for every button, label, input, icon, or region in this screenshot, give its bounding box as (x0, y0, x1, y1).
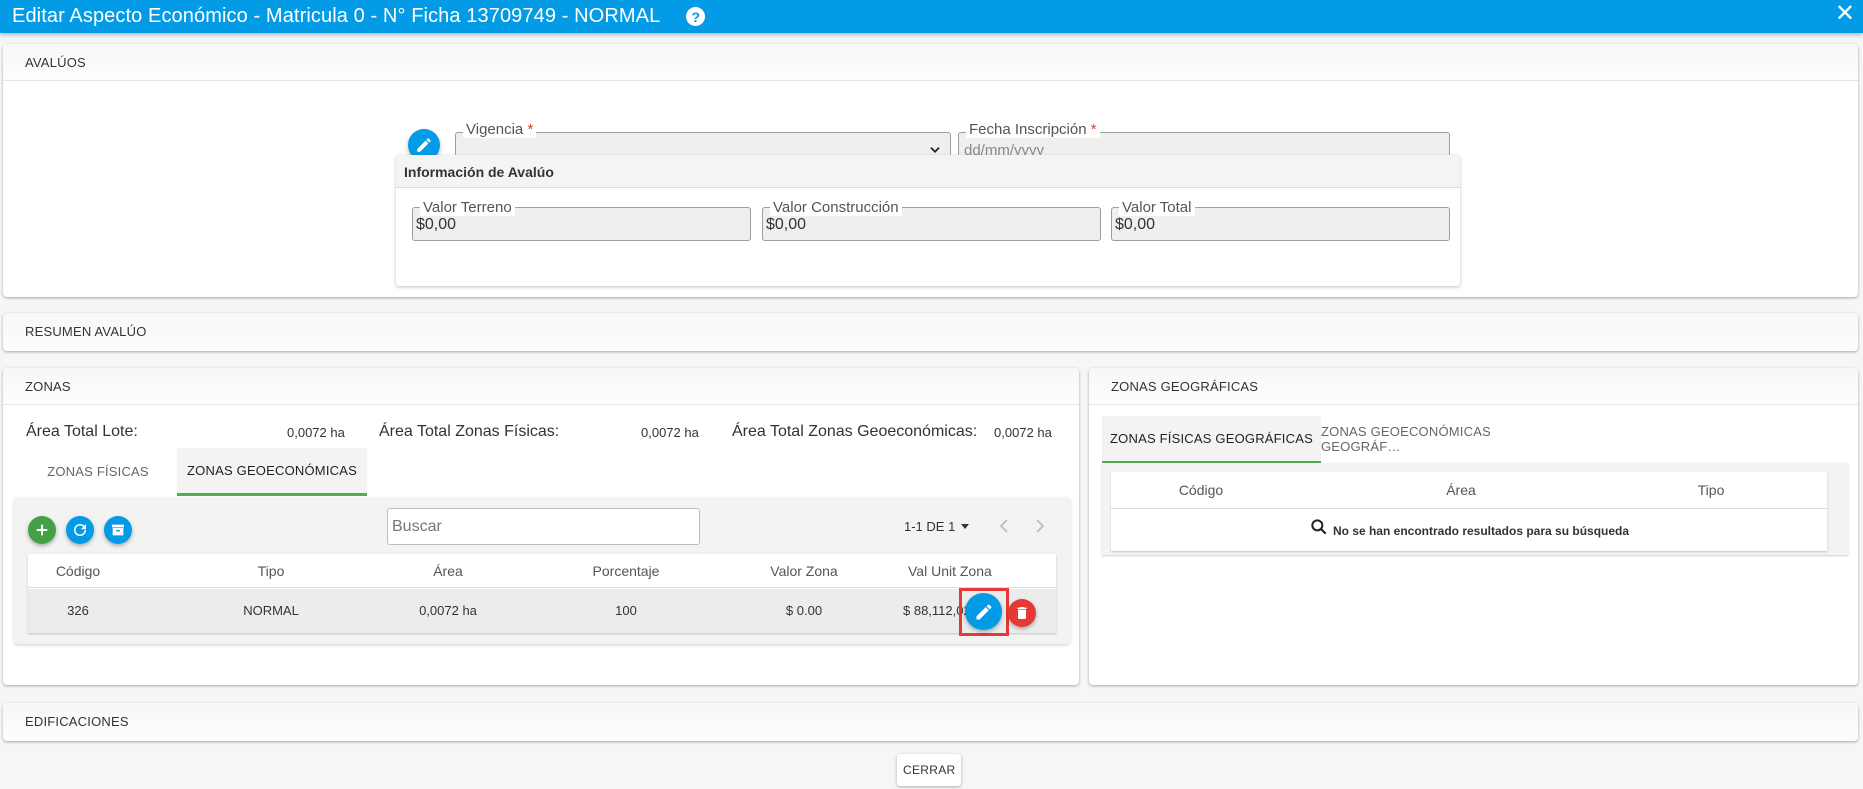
geo-col-tipo[interactable]: Tipo (1611, 482, 1811, 498)
area-zonas-fisicas-value: 0,0072 ha (641, 425, 699, 440)
next-page-icon[interactable] (1034, 519, 1046, 533)
caret-down-icon[interactable] (961, 524, 969, 530)
dialog-titlebar: Editar Aspecto Económico - Matricula 0 -… (0, 0, 1863, 33)
tab-zonas-fisicas[interactable]: ZONAS FÍSICAS (19, 448, 177, 494)
trash-icon (1017, 607, 1027, 619)
area-total-lote-value: 0,0072 ha (287, 425, 345, 440)
archive-icon (112, 524, 124, 536)
empty-message: No se han encontrado resultados para su … (1332, 523, 1630, 538)
valor-total-label: Valor Total (1119, 200, 1195, 216)
geo-col-area[interactable]: Área (1361, 482, 1561, 498)
refresh-button[interactable] (66, 516, 94, 544)
col-val-unit-zona[interactable]: Val Unit Zona (882, 563, 1082, 579)
row-area: 0,0072 ha (419, 603, 477, 618)
geo-grid: Código Área Tipo No se han encontrado re… (1111, 472, 1827, 551)
zonas-table-card: 1-1 DE 1 Código Tipo Área Porcentaje Val… (14, 498, 1070, 644)
zonas-panel: ZONAS Área Total Lote: 0,0072 ha Área To… (3, 368, 1079, 685)
archive-button[interactable] (104, 516, 132, 544)
pager-label[interactable]: 1-1 DE 1 (904, 519, 955, 534)
area-zonas-geo-label: Área Total Zonas Geoeconómicas: (732, 423, 978, 440)
empty-results: No se han encontrado resultados para su … (1111, 510, 1827, 551)
pencil-icon (976, 603, 991, 619)
col-tipo[interactable]: Tipo (171, 563, 371, 579)
geo-col-codigo[interactable]: Código (1111, 482, 1291, 498)
prev-page-icon[interactable] (998, 519, 1010, 533)
fecha-inscripcion-label: Fecha Inscripción * (966, 122, 1100, 138)
pencil-icon (417, 138, 431, 152)
tab-zonas-geoeconomicas-geograficas[interactable]: ZONAS GEOECONÓMICAS GEOGRÁF… (1321, 416, 1571, 462)
close-icon[interactable]: ✕ (1835, 2, 1855, 26)
edificaciones-panel: EDIFICACIONES (3, 703, 1858, 741)
help-icon[interactable]: ? (686, 7, 706, 26)
informacion-avaluo-card: Información de Avalúo Valor Terreno $0,0… (396, 155, 1460, 286)
table-row[interactable]: 326 NORMAL 0,0072 ha 100 $ 0.00 $ 88,112… (28, 588, 1056, 636)
search-icon (1311, 518, 1327, 534)
valor-construccion-label: Valor Construcción (770, 200, 902, 216)
col-codigo[interactable]: Código (28, 563, 128, 579)
avaluos-panel: AVALÚOS Vigencia * Fecha Inscripción * d… (3, 44, 1858, 297)
resumen-avaluo-panel: RESUMEN AVALÚO (3, 313, 1858, 351)
row-tipo: NORMAL (243, 603, 299, 618)
zonas-grid: Código Tipo Área Porcentaje Valor Zona V… (28, 554, 1056, 636)
avaluos-header[interactable]: AVALÚOS (3, 44, 1858, 81)
col-porcentaje[interactable]: Porcentaje (526, 563, 726, 579)
area-zonas-geo-value: 0,0072 ha (994, 425, 1052, 440)
search-input[interactable] (388, 509, 699, 544)
zonas-header[interactable]: ZONAS (3, 368, 1079, 405)
resumen-avaluo-header[interactable]: RESUMEN AVALÚO (3, 313, 1858, 350)
zonas-grid-header: Código Tipo Área Porcentaje Valor Zona V… (28, 554, 1056, 588)
vigencia-label: Vigencia * (463, 122, 537, 138)
zonas-geograficas-header[interactable]: ZONAS GEOGRÁFICAS (1089, 368, 1858, 405)
valor-construccion-field[interactable]: Valor Construcción $0,00 (762, 200, 1101, 241)
zonas-geograficas-panel: ZONAS GEOGRÁFICAS ZONAS FÍSICAS GEOGRÁFI… (1089, 368, 1858, 685)
informacion-avaluo-title: Información de Avalúo (396, 155, 1460, 188)
geo-table-card: Código Área Tipo No se han encontrado re… (1102, 463, 1848, 555)
tab-zonas-fisicas-geograficas[interactable]: ZONAS FÍSICAS GEOGRÁFICAS (1102, 416, 1321, 464)
valor-total-field[interactable]: Valor Total $0,00 (1111, 200, 1450, 241)
row-porcentaje: 100 (615, 603, 637, 618)
valor-terreno-label: Valor Terreno (420, 200, 515, 216)
refresh-icon (74, 524, 86, 536)
col-valor-zona[interactable]: Valor Zona (704, 563, 904, 579)
add-zona-button[interactable] (28, 516, 56, 544)
valor-terreno-field[interactable]: Valor Terreno $0,00 (412, 200, 751, 241)
valor-terreno-value: $0,00 (416, 216, 457, 233)
cerrar-button[interactable]: CERRAR (897, 754, 961, 786)
tab-zonas-geoeconomicas[interactable]: ZONAS GEOECONÓMICAS (177, 448, 367, 496)
row-valor-zona: $ 0.00 (785, 603, 823, 618)
geo-grid-header: Código Área Tipo (1111, 472, 1827, 509)
edificaciones-header[interactable]: EDIFICACIONES (3, 703, 1858, 740)
area-total-lote-label: Área Total Lote: (26, 423, 138, 440)
row-codigo: 326 (67, 603, 89, 618)
dialog-title: Editar Aspecto Económico - Matricula 0 -… (12, 5, 661, 27)
delete-zona-button[interactable] (1008, 599, 1036, 627)
plus-icon (36, 524, 48, 536)
area-zonas-fisicas-label: Área Total Zonas Físicas: (379, 423, 560, 440)
edit-zona-button[interactable] (965, 593, 1002, 630)
col-area[interactable]: Área (348, 563, 548, 579)
valor-construccion-value: $0,00 (766, 216, 807, 233)
valor-total-value: $0,00 (1115, 216, 1156, 233)
search-input-wrap (387, 508, 700, 545)
